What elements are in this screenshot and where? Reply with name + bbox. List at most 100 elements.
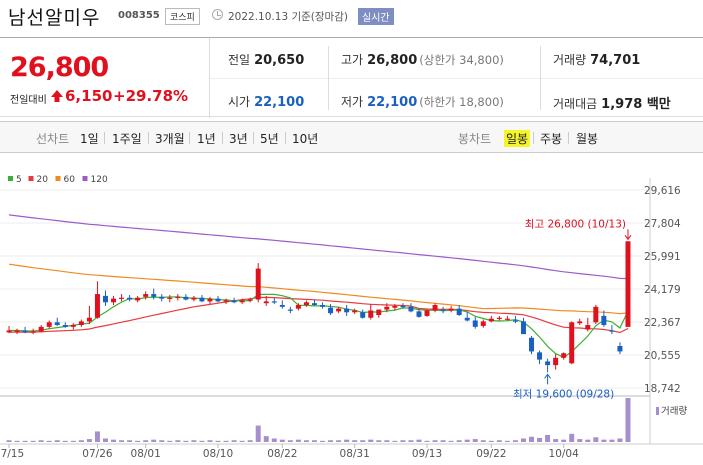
- volume-bar: [46, 440, 52, 442]
- column-divider: [540, 46, 541, 110]
- period-3y-button[interactable]: 3년: [229, 130, 248, 147]
- candle-body: [207, 298, 213, 302]
- realtime-button[interactable]: 실시간: [358, 8, 394, 25]
- candle-body: [143, 294, 149, 297]
- candle-body: [368, 310, 374, 318]
- volume-bar: [119, 440, 125, 442]
- volume-bar: [38, 440, 44, 442]
- volume-bar: [191, 440, 197, 442]
- candle-body: [223, 300, 229, 302]
- candle-body: [303, 302, 309, 306]
- candle-body: [609, 330, 615, 332]
- candle-body: [183, 296, 189, 300]
- candle-body: [496, 317, 502, 319]
- volume-bar: [247, 440, 253, 442]
- chart-toolbar: 선차트 1일 1주일 3개월 1년 3년 5년 10년 봉차트 일봉 주봉 월봉: [0, 121, 703, 153]
- candle-body: [231, 300, 237, 303]
- period-1w-button[interactable]: 1주일: [112, 130, 142, 147]
- amount-cell: 거래대금 1,978 백만: [553, 93, 671, 112]
- divider: [148, 132, 149, 144]
- volume-bar: [464, 439, 470, 442]
- candle-body: [480, 321, 486, 326]
- candle-body: [448, 308, 454, 311]
- candle-chart-label: 봉차트: [458, 132, 492, 146]
- volume-legend-label: 거래량: [661, 405, 687, 417]
- candle-body: [504, 318, 510, 320]
- candle-body: [569, 322, 575, 364]
- stock-name: 남선알미우: [8, 7, 101, 29]
- volume-bar: [328, 440, 334, 442]
- candle-body: [488, 318, 494, 322]
- x-tick-label: 08/31: [340, 448, 370, 460]
- candle-body: [561, 353, 567, 358]
- line-chart-label: 선차트: [36, 132, 70, 146]
- amount-value: 1,978 백만: [601, 97, 671, 112]
- summary-divider: [210, 78, 703, 79]
- prev-close-value: 20,650: [254, 53, 305, 68]
- y-tick-label: 25,991: [644, 251, 681, 263]
- volume-bar: [561, 439, 567, 442]
- x-tick-label: 09/22: [476, 448, 506, 460]
- candle-body: [14, 330, 20, 332]
- candle-body: [311, 303, 317, 306]
- legend-label: 5: [16, 175, 22, 185]
- candle-body: [464, 317, 470, 321]
- volume-bar: [30, 440, 36, 442]
- candle-daily-button[interactable]: 일봉: [504, 130, 531, 147]
- candle-body: [408, 306, 414, 312]
- candle-body: [127, 297, 133, 300]
- period-3m-button[interactable]: 3개월: [155, 130, 185, 147]
- period-10y-button[interactable]: 10년: [292, 130, 318, 147]
- candle-body: [263, 301, 269, 304]
- y-tick-label: 24,179: [644, 284, 681, 296]
- volume-bar: [167, 440, 173, 442]
- period-5y-button[interactable]: 5년: [260, 130, 279, 147]
- volume-bar: [520, 438, 526, 442]
- volume-bar: [448, 440, 454, 442]
- candle-body: [46, 322, 52, 327]
- period-1d-button[interactable]: 1일: [80, 130, 99, 147]
- candle-body: [111, 298, 117, 303]
- legend-swatch: [55, 176, 61, 181]
- candle-body: [119, 297, 125, 299]
- volume-bar: [496, 440, 502, 442]
- candle-body: [295, 305, 301, 309]
- candle-monthly-button[interactable]: 월봉: [576, 130, 598, 147]
- volume-bar: [585, 439, 591, 442]
- volume-bar: [143, 440, 149, 442]
- period-1y-button[interactable]: 1년: [197, 130, 216, 147]
- candle-body: [625, 241, 631, 327]
- volume-bar: [111, 439, 117, 442]
- amount-label: 거래대금: [553, 97, 598, 111]
- volume-bar: [159, 440, 165, 442]
- candle-body: [30, 331, 36, 333]
- volume-bar: [239, 440, 245, 442]
- legend-label: 60: [64, 175, 76, 185]
- open-cell: 시가 22,100: [228, 93, 304, 110]
- open-label: 시가: [228, 95, 251, 109]
- volume-bar: [14, 440, 20, 442]
- volume-bar: [183, 440, 189, 442]
- volume-bar: [199, 440, 205, 442]
- candle-weekly-button[interactable]: 주봉: [540, 130, 562, 147]
- candle-body: [577, 321, 583, 324]
- candle-body: [239, 300, 245, 303]
- change-label: 전일대비: [10, 95, 47, 106]
- divider: [568, 132, 569, 144]
- volume-bar: [553, 439, 559, 442]
- candle-body: [38, 326, 44, 332]
- upper-limit: (상한가 34,800): [419, 53, 504, 67]
- candle-body: [215, 298, 221, 302]
- change-amount: 6,150: [65, 87, 113, 105]
- volume-bar: [360, 440, 366, 442]
- candle-body: [54, 322, 60, 326]
- volume-bar: [601, 439, 607, 442]
- volume-bar: [368, 439, 374, 442]
- candlestick-chart[interactable]: 29,616 27,804 25,991 24,179 22,367 20,555 18,7…: [0, 160, 703, 465]
- volume-bar: [344, 439, 350, 442]
- candle-body: [271, 301, 277, 303]
- volume-bar: [529, 436, 535, 442]
- candle-body: [328, 307, 334, 314]
- candle-body: [352, 310, 358, 313]
- volume-bar: [416, 439, 422, 442]
